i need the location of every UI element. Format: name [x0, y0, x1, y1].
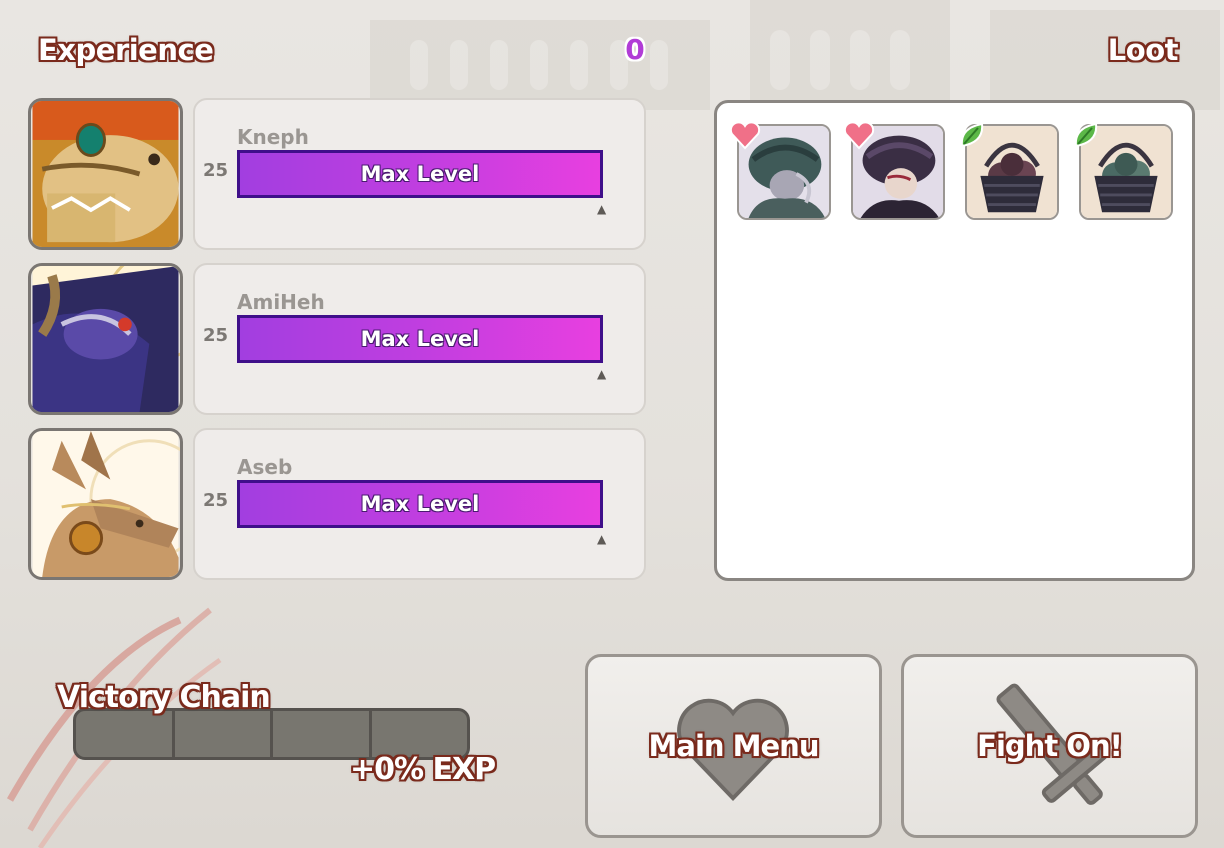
xp-progress-bar: Max Level	[237, 315, 603, 363]
leaf-icon	[1074, 122, 1098, 148]
experience-heading: Experience	[38, 33, 214, 67]
dragon-name: AmiHeh	[237, 290, 325, 314]
xp-progress-bar: Max Level	[237, 480, 603, 528]
dragon-name: Kneph	[237, 125, 309, 149]
leaf-icon	[960, 122, 984, 148]
heart-icon	[729, 121, 761, 150]
xp-status-label: Max Level	[360, 162, 480, 186]
xp-progress-bar: Max Level	[237, 150, 603, 198]
level-up-caret-icon: ▲	[597, 202, 607, 216]
purple-cloaked-dragon-portrait-icon[interactable]	[28, 263, 183, 415]
chain-segment	[372, 711, 468, 757]
heart-icon	[843, 121, 875, 150]
main-menu-label: Main Menu	[648, 729, 820, 763]
loot-heading: Loot	[1107, 33, 1179, 67]
level-up-caret-icon: ▲	[597, 367, 607, 381]
chain-segment	[175, 711, 273, 757]
level-up-caret-icon: ▲	[597, 532, 607, 546]
xp-status-label: Max Level	[360, 327, 480, 351]
tan-gold-dragon-portrait-icon[interactable]	[28, 98, 183, 250]
xp-status-label: Max Level	[360, 492, 480, 516]
main-menu-button[interactable]: Main Menu	[585, 654, 882, 838]
victory-chain-bonus: +0% EXP	[350, 752, 496, 787]
exp-gained-count: 0	[625, 33, 645, 66]
dragon-level: 25	[203, 490, 229, 511]
victory-chain-label: Victory Chain	[57, 680, 271, 715]
dragon-level: 25	[203, 325, 229, 346]
fight-on-label: Fight On!	[977, 729, 1123, 763]
dragon-level: 25	[203, 160, 229, 181]
chain-segment	[273, 711, 372, 757]
party-member-card: Kneph 25 Max Level ▲	[193, 98, 646, 250]
party-member-card: Aseb 25 Max Level ▲	[193, 428, 646, 580]
fight-on-button[interactable]: Fight On!	[901, 654, 1198, 838]
brown-pendant-dragon-portrait-icon[interactable]	[28, 428, 183, 580]
dragon-name: Aseb	[237, 455, 293, 479]
chain-segment	[76, 711, 175, 757]
party-member-card: AmiHeh 25 Max Level ▲	[193, 263, 646, 415]
